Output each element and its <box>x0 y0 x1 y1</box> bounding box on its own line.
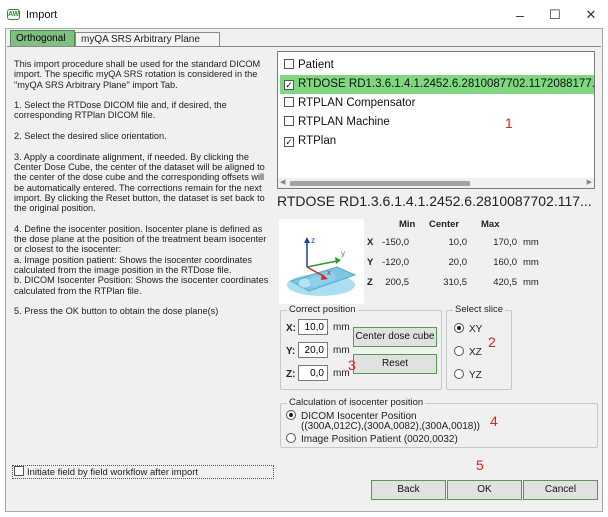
isocenter-title: Calculation of isocenter position <box>287 397 426 408</box>
radio-icon <box>454 323 464 333</box>
list-item-rtdose[interactable]: ✓ RTDOSE RD1.3.6.1.4.1.2452.6.2810087702.… <box>280 75 594 94</box>
list-item-patient[interactable]: Patient <box>284 56 334 75</box>
z-center: 310,5 <box>443 277 467 288</box>
slice-xz-radio[interactable]: XZ <box>454 346 482 358</box>
list-item-rtplan-machine[interactable]: RTPLAN Machine <box>284 113 390 132</box>
list-item-rtplan[interactable]: ✓ RTPlan <box>284 132 336 151</box>
annotation-1: 1 <box>505 115 513 131</box>
initiate-workflow-label: Initiate field by field workflow after i… <box>27 467 199 478</box>
selected-dataset-title: RTDOSE RD1.3.6.1.4.1.2452.6.2810087702.1… <box>277 193 592 209</box>
window-title: Import <box>26 9 58 21</box>
slice-yz-radio[interactable]: YZ <box>454 369 482 381</box>
select-slice-title: Select slice <box>453 304 506 315</box>
y-offset-input[interactable] <box>298 342 328 358</box>
y-max: 160,0 <box>493 257 517 268</box>
tab-panel: This import procedure shall be used for … <box>7 46 601 509</box>
z-field-label: Z: <box>286 369 296 380</box>
checkbox-rtplan-machine[interactable] <box>284 116 294 126</box>
svg-text:y: y <box>341 249 345 258</box>
scroll-left-icon[interactable]: ◀ <box>280 178 285 188</box>
x-center: 10,0 <box>448 237 468 248</box>
annotation-4: 4 <box>490 413 498 429</box>
instruction-intro: This import procedure shall be used for … <box>14 59 263 90</box>
app-icon: AW <box>7 9 20 20</box>
z-max: 420,5 <box>493 277 517 288</box>
slice-xy-radio[interactable]: XY <box>454 323 482 335</box>
list-item-label: RTPLAN Compensator <box>298 97 416 109</box>
list-item-label: RTPlan <box>298 135 337 147</box>
close-icon[interactable]: ✕ <box>576 4 606 26</box>
checkbox-patient[interactable] <box>284 59 294 69</box>
tab-arbitrary-plane[interactable]: myQA SRS Arbitrary Plane <box>75 32 220 47</box>
maximize-icon[interactable]: ☐ <box>540 4 570 26</box>
checkbox-icon <box>14 466 24 476</box>
annotation-5: 5 <box>476 457 484 473</box>
list-item-rtplan-compensator[interactable]: RTPLAN Compensator <box>284 94 415 113</box>
radio-icon <box>286 410 296 420</box>
z-unit: mm <box>523 277 539 288</box>
instruction-step-4: 4. Define the isocenter position. Isocen… <box>14 223 269 296</box>
center-dose-cube-button[interactable]: Center dose cube <box>353 327 437 347</box>
x-field-label: X: <box>286 323 296 334</box>
title-bar: AW Import – ☐ ✕ <box>0 0 608 30</box>
instructions: This import procedure shall be used for … <box>14 59 276 327</box>
x-offset-unit: mm <box>333 322 350 333</box>
checkbox-rtplan-compensator[interactable] <box>284 97 294 107</box>
header-max: Max <box>481 219 500 230</box>
y-field-label: Y: <box>286 346 296 357</box>
radio-icon <box>286 433 296 443</box>
horizontal-scrollbar[interactable]: ◀ ▶ <box>278 178 594 188</box>
checkbox-rtplan[interactable]: ✓ <box>284 137 294 147</box>
cancel-button[interactable]: Cancel <box>523 480 598 500</box>
checkbox-rtdose[interactable]: ✓ <box>284 80 294 90</box>
image-position-patient-radio[interactable]: Image Position Patient (0020,0032) <box>286 433 458 445</box>
minimize-icon[interactable]: – <box>505 4 535 26</box>
initiate-workflow-checkbox[interactable]: Initiate field by field workflow after i… <box>12 465 274 479</box>
correct-position-title: Correct position <box>287 304 358 315</box>
svg-text:z: z <box>311 236 315 245</box>
select-slice-group: Select slice XY XZ YZ <box>446 304 512 390</box>
back-button[interactable]: Back <box>371 480 446 500</box>
instruction-step-5: 5. Press the OK button to obtain the dos… <box>14 306 219 317</box>
dicom-isocenter-tags: ((300A,012C),(300A,0082),(300A,0018)) <box>301 421 480 432</box>
y-offset-unit: mm <box>333 345 350 356</box>
list-item-label: RTPLAN Machine <box>298 116 390 128</box>
scrollbar-thumb[interactable] <box>290 181 470 186</box>
dose-cube-patient-icon: z y x <box>279 219 364 304</box>
x-min: -150,0 <box>382 237 409 248</box>
correct-position-group: Correct position X: mm Y: mm Z: mm Cente… <box>280 304 442 390</box>
radio-label: YZ <box>469 370 482 381</box>
x-max: 170,0 <box>493 237 517 248</box>
annotation-3: 3 <box>348 357 356 373</box>
radio-label: XY <box>469 324 483 335</box>
radio-label: XZ <box>469 347 482 358</box>
radio-label: Image Position Patient (0020,0032) <box>301 434 458 445</box>
ok-button[interactable]: OK <box>447 480 522 500</box>
radio-icon <box>454 346 464 356</box>
instruction-step-2: 2. Select the desired slice orientation. <box>14 131 167 142</box>
list-item-label: RTDOSE RD1.3.6.1.4.1.2452.6.2810087702.1… <box>298 78 595 90</box>
x-unit: mm <box>523 237 539 248</box>
dicom-file-list[interactable]: Patient ✓ RTDOSE RD1.3.6.1.4.1.2452.6.281… <box>277 51 595 189</box>
header-min: Min <box>399 219 416 230</box>
list-item-label: Patient <box>298 59 334 71</box>
instruction-step-1: 1. Select the RTDose DICOM file and, if … <box>14 100 230 121</box>
y-unit: mm <box>523 257 539 268</box>
annotation-2: 2 <box>488 334 496 350</box>
isocenter-group: Calculation of isocenter position DICOM … <box>280 397 598 448</box>
reset-button[interactable]: Reset <box>353 354 437 374</box>
y-center: 20,0 <box>448 257 468 268</box>
z-offset-input[interactable] <box>298 365 328 381</box>
dialog-frame: Orthogonal myQA SRS Arbitrary Plane This… <box>5 28 603 512</box>
z-min: 200,5 <box>385 277 409 288</box>
y-min: -120,0 <box>382 257 409 268</box>
scroll-right-icon[interactable]: ▶ <box>587 178 592 188</box>
tab-orthogonal[interactable]: Orthogonal <box>10 30 75 47</box>
svg-text:x: x <box>327 268 331 277</box>
x-offset-input[interactable] <box>298 319 328 335</box>
instruction-step-3: 3. Apply a coordinate alignment, if need… <box>14 151 268 214</box>
header-center: Center <box>429 219 460 230</box>
radio-icon <box>454 369 464 379</box>
